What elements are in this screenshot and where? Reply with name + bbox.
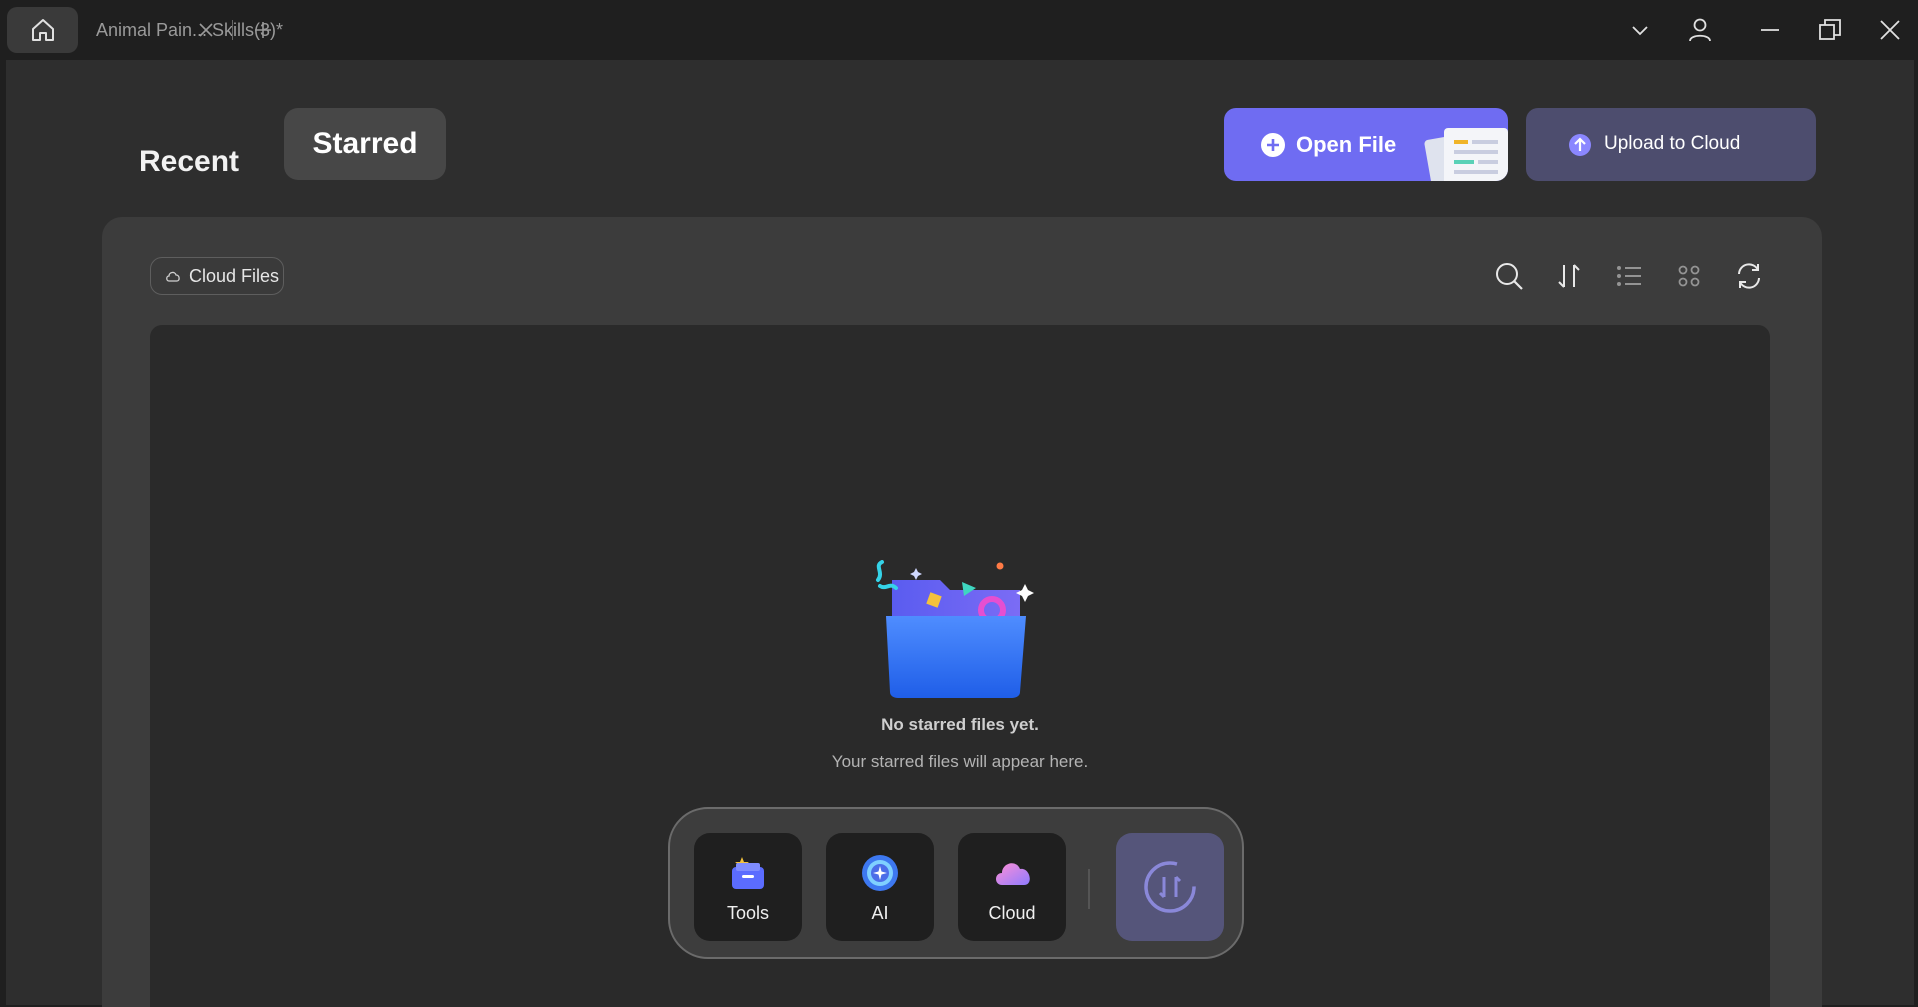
title-bar: Animal Pain... Skills(3)* (0, 0, 1918, 60)
cloud-outline-icon (166, 271, 180, 282)
open-file-button[interactable]: Open File (1224, 108, 1508, 181)
tab-recent[interactable]: Recent (124, 126, 254, 198)
close-window-icon[interactable] (1874, 14, 1906, 46)
tools-icon (732, 857, 764, 889)
quick-access-dock: Tools AI Cloud (668, 807, 1244, 959)
upload-label: Upload to Cloud (1604, 133, 1741, 154)
empty-state-title: No starred files yet. (881, 715, 1039, 734)
grid-view-icon[interactable] (1672, 259, 1706, 293)
sort-icon[interactable] (1552, 259, 1586, 293)
chevron-down-icon[interactable] (1624, 14, 1656, 46)
minimize-icon[interactable] (1754, 14, 1786, 46)
dock-switch-button[interactable] (1116, 833, 1224, 941)
empty-folder-icon (876, 560, 1034, 698)
document-stack-icon (1424, 128, 1508, 181)
search-icon[interactable] (1492, 259, 1526, 293)
home-view: Recent Starred Open File Upload to Cloud (6, 60, 1914, 1007)
file-list-area: No starred files yet. Your starred files… (150, 325, 1770, 1007)
dock-tools-label: Tools (726, 903, 770, 923)
close-tab-icon[interactable] (196, 20, 216, 40)
plus-circle-icon (1261, 133, 1285, 157)
restore-icon[interactable] (1814, 14, 1846, 46)
cloud-icon (996, 863, 1030, 885)
dock-ai-label: AI (871, 903, 889, 923)
account-icon[interactable] (1684, 14, 1716, 46)
dock-tools-button[interactable]: Tools (694, 833, 802, 941)
dock-divider (1088, 869, 1090, 909)
cloud-files-label: Cloud Files (189, 265, 280, 286)
switch-arrows-icon (1144, 861, 1196, 913)
tab-starred[interactable]: Starred (284, 108, 446, 180)
dock-ai-button[interactable]: AI (826, 833, 934, 941)
upload-to-cloud-button[interactable]: Upload to Cloud (1526, 108, 1816, 181)
ai-icon (862, 855, 898, 891)
refresh-icon[interactable] (1732, 259, 1766, 293)
dock-cloud-label: Cloud (988, 903, 1036, 923)
dock-cloud-button[interactable]: Cloud (958, 833, 1066, 941)
home-icon (31, 19, 54, 41)
cloud-files-filter[interactable]: Cloud Files (150, 257, 284, 295)
new-tab-icon[interactable] (252, 19, 274, 41)
empty-state-subtitle: Your starred files will appear here. (831, 752, 1089, 771)
open-file-label: Open File (1296, 132, 1397, 157)
tab-divider (232, 20, 233, 40)
upload-icon (1569, 134, 1591, 156)
list-view-icon[interactable] (1612, 259, 1646, 293)
home-button[interactable] (7, 7, 78, 53)
starred-files-panel: Cloud Files No starred files yet. Your s… (102, 217, 1822, 1007)
